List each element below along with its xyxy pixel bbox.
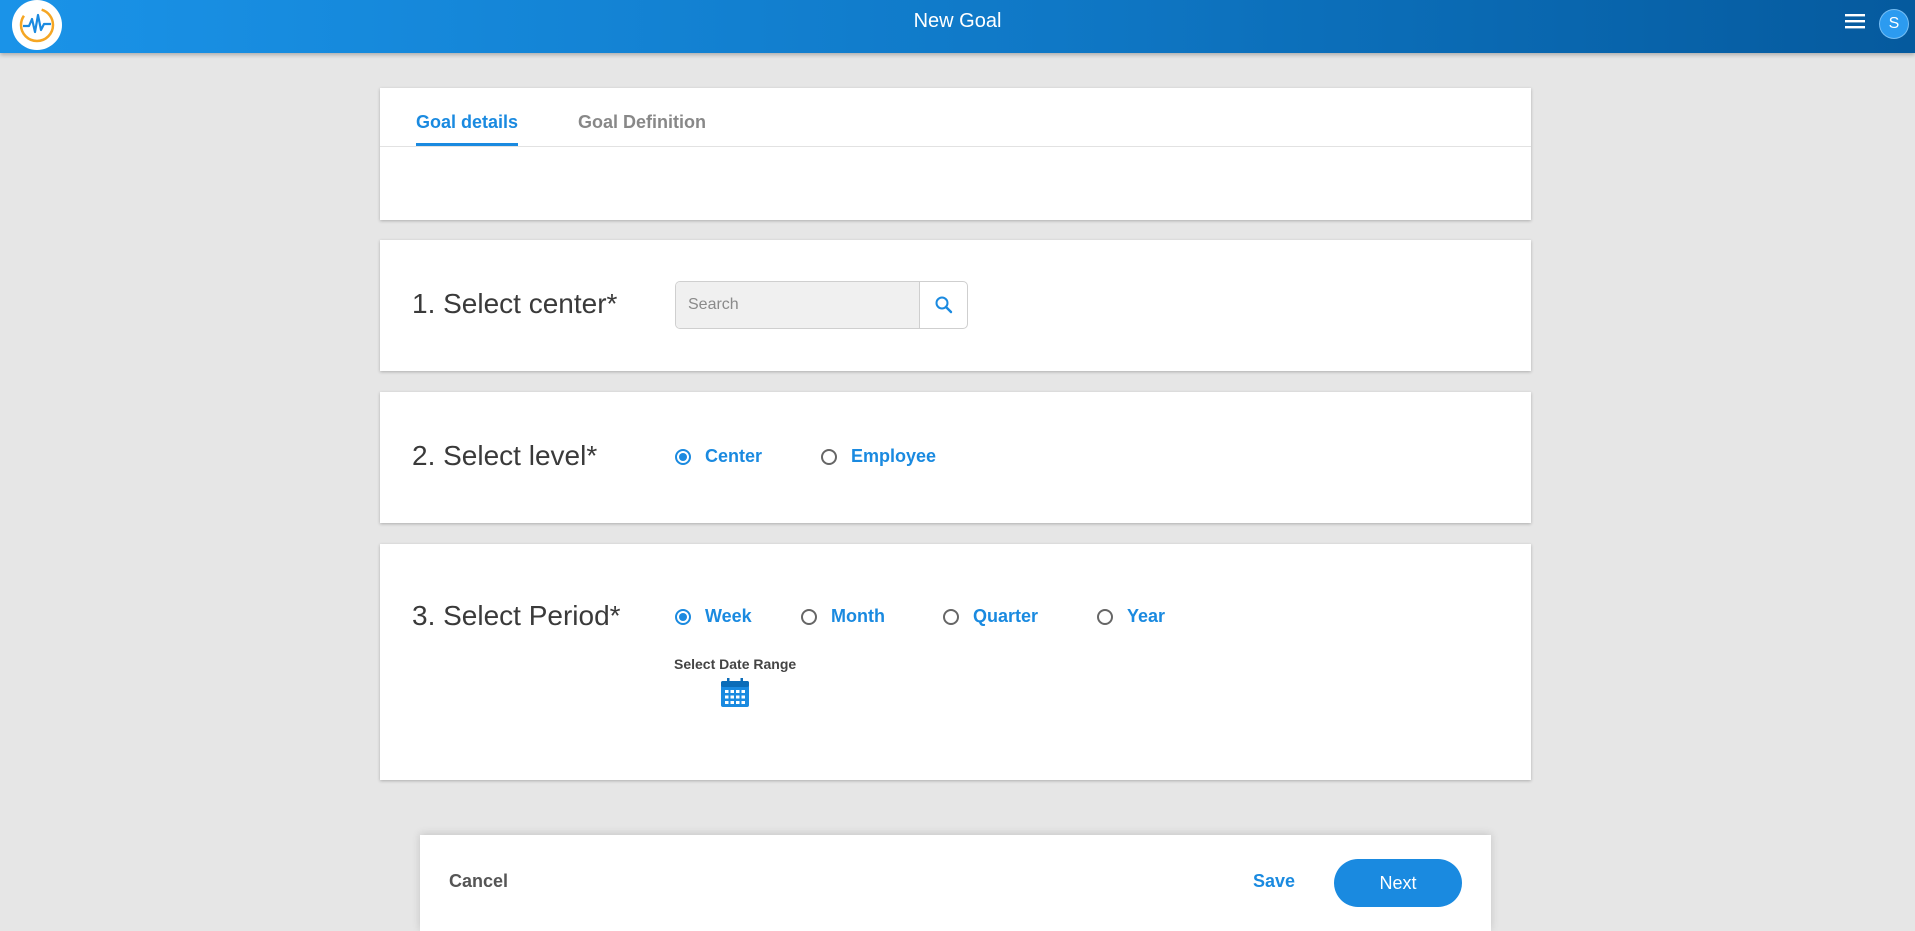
radio-period-year[interactable]: Year xyxy=(1097,606,1165,627)
radio-label[interactable]: Year xyxy=(1127,606,1165,627)
select-center-title: 1. Select center* xyxy=(412,288,618,319)
radio-circle[interactable] xyxy=(801,608,817,625)
save-button[interactable]: Save xyxy=(1253,871,1295,892)
radio-period-week[interactable]: Week xyxy=(675,606,752,627)
select-level-title: 2. Select level* xyxy=(412,440,598,471)
tab-bar: Goal details Goal Definition xyxy=(380,88,1531,147)
hamburger-menu-icon[interactable] xyxy=(1843,12,1867,30)
select-period-title: 3. Select Period* xyxy=(412,600,621,631)
footer-action-bar: Cancel Save Next xyxy=(420,835,1491,931)
app-header: New Goal S xyxy=(0,0,1915,53)
user-avatar[interactable]: S xyxy=(1879,9,1909,39)
tab-goal-details[interactable]: Goal details xyxy=(416,112,519,146)
radio-period-quarter[interactable]: Quarter xyxy=(943,606,1038,627)
cancel-button[interactable]: Cancel xyxy=(449,871,508,892)
radio-circle[interactable] xyxy=(675,448,691,465)
radio-circle[interactable] xyxy=(675,608,691,625)
radio-circle[interactable] xyxy=(821,448,837,465)
tabs-card: Goal details Goal Definition xyxy=(380,88,1531,220)
radio-circle[interactable] xyxy=(1097,608,1113,625)
radio-level-employee[interactable]: Employee xyxy=(821,446,936,467)
select-period-card: 3. Select Period* Week Month Quarter Yea… xyxy=(380,544,1531,780)
select-level-card: 2. Select level* Center Employee xyxy=(380,392,1531,523)
page-title: New Goal xyxy=(913,10,1002,32)
tab-goal-definition[interactable]: Goal Definition xyxy=(578,112,706,143)
select-center-card: 1. Select center* xyxy=(380,240,1531,371)
radio-period-month[interactable]: Month xyxy=(801,606,885,627)
radio-label[interactable]: Center xyxy=(705,446,762,467)
radio-label[interactable]: Week xyxy=(705,606,752,627)
center-search-box xyxy=(675,281,968,329)
date-range-label: Select Date Range xyxy=(674,656,797,672)
search-button[interactable] xyxy=(920,282,967,328)
radio-label[interactable]: Employee xyxy=(851,446,936,467)
next-button[interactable]: Next xyxy=(1334,859,1462,907)
radio-label[interactable]: Month xyxy=(831,606,885,627)
radio-circle[interactable] xyxy=(943,608,959,625)
radio-level-center[interactable]: Center xyxy=(675,446,762,467)
center-search-input[interactable] xyxy=(676,282,920,328)
radio-label[interactable]: Quarter xyxy=(973,606,1038,627)
search-icon xyxy=(935,296,952,314)
calendar-icon[interactable] xyxy=(720,678,750,708)
